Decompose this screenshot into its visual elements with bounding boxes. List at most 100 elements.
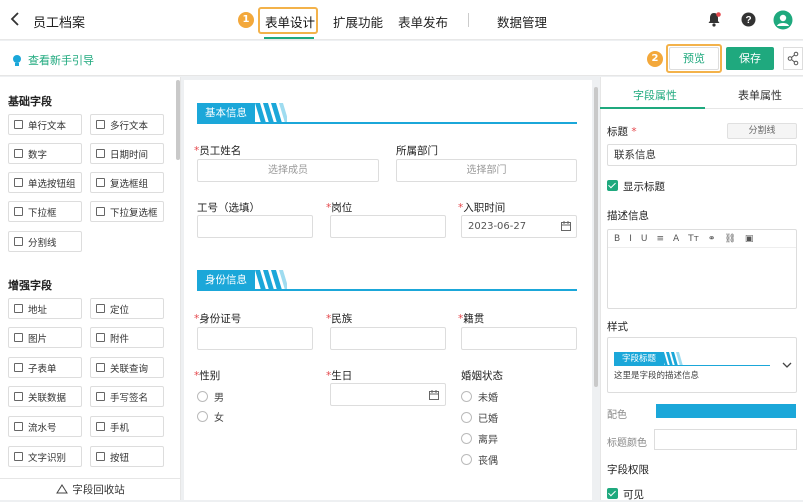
editor-tool-icon-7[interactable]: ⛓ xyxy=(724,234,735,244)
component-label: 子表单 xyxy=(28,363,57,375)
color-label: 配色 xyxy=(607,410,627,421)
section-basic-info[interactable]: 基本信息 xyxy=(197,103,577,125)
editor-tool-icon-3[interactable]: ≡ xyxy=(656,234,664,244)
component-basic-3[interactable]: 日期时间 xyxy=(90,143,164,164)
department-select[interactable]: 选择部门 xyxy=(396,159,577,182)
field-label-marital: 婚姻状态 xyxy=(461,370,503,382)
component-basic-7[interactable]: 下拉复选框 xyxy=(90,201,164,222)
visible-checkbox[interactable] xyxy=(607,488,618,499)
component-advanced-8[interactable]: 流水号 xyxy=(8,416,82,437)
section-identity-info[interactable]: 身份信息 xyxy=(197,270,577,292)
component-advanced-10[interactable]: 文字识别 xyxy=(8,446,82,467)
basic-fields-heading: 基础字段 xyxy=(8,95,52,108)
save-button[interactable]: 保存 xyxy=(726,47,774,70)
component-advanced-3[interactable]: 附件 xyxy=(90,327,164,348)
component-label: 分割线 xyxy=(28,237,57,249)
join-date-input[interactable]: 2023-06-27 xyxy=(461,215,577,238)
component-basic-2[interactable]: 数字 xyxy=(8,143,82,164)
guide-link[interactable]: 查看新手引导 xyxy=(12,52,94,68)
canvas-scrollbar[interactable] xyxy=(594,87,598,387)
radio-widowed[interactable]: 丧偶 xyxy=(461,452,498,467)
share-icon xyxy=(787,51,799,66)
section-rule xyxy=(197,289,577,291)
style-select[interactable]: 字段标题 这里是字段的描述信息 xyxy=(607,337,797,393)
tab-form-properties[interactable]: 表单属性 xyxy=(738,87,782,103)
component-basic-1[interactable]: 多行文本 xyxy=(90,114,164,135)
tab-data-management[interactable]: 数据管理 xyxy=(497,12,547,31)
component-advanced-9[interactable]: 手机 xyxy=(90,416,164,437)
field-label-post: *岗位 xyxy=(326,202,353,214)
member-select[interactable]: 选择成员 xyxy=(197,159,379,182)
editor-toolbar: B I U ≡ A Tт ⚭ ⛓ ▣ xyxy=(608,230,796,248)
field-label-native: *籍贯 xyxy=(458,313,485,325)
jobno-input[interactable] xyxy=(197,215,313,238)
field-recycle-bin[interactable]: 字段回收站 xyxy=(0,478,181,500)
share-button[interactable] xyxy=(783,47,803,70)
back-arrow-icon[interactable] xyxy=(10,12,20,26)
active-tab-underline xyxy=(264,37,314,39)
component-label: 复选框组 xyxy=(110,178,149,190)
tab-extensions[interactable]: 扩展功能 xyxy=(333,12,383,31)
component-label: 数字 xyxy=(28,149,48,161)
title-color-input[interactable] xyxy=(654,429,797,450)
component-basic-4[interactable]: 单选按钮组 xyxy=(8,172,82,193)
help-icon[interactable]: ? xyxy=(741,12,756,27)
component-advanced-6[interactable]: 关联数据 xyxy=(8,386,82,407)
field-type-icon xyxy=(96,392,105,401)
divider-type-button[interactable]: 分割线 xyxy=(727,123,797,139)
description-editor[interactable]: B I U ≡ A Tт ⚭ ⛓ ▣ xyxy=(607,229,797,309)
component-advanced-2[interactable]: 图片 xyxy=(8,327,82,348)
color-swatch[interactable] xyxy=(656,404,796,418)
field-label-dept: 所属部门 xyxy=(396,145,438,157)
component-advanced-5[interactable]: 关联查询 xyxy=(90,357,164,378)
field-label-nation: *民族 xyxy=(326,313,353,325)
title-color-label: 标题颜色 xyxy=(607,438,647,449)
component-advanced-7[interactable]: 手写签名 xyxy=(90,386,164,407)
tab-form-publish[interactable]: 表单发布 xyxy=(398,12,448,31)
editor-tool-icon-0[interactable]: B xyxy=(614,234,620,244)
nation-input[interactable] xyxy=(330,327,446,350)
left-scrollbar[interactable] xyxy=(176,80,180,160)
title-input[interactable]: 联系信息 xyxy=(607,144,797,166)
component-advanced-4[interactable]: 子表单 xyxy=(8,357,82,378)
native-place-input[interactable] xyxy=(461,327,577,350)
field-label-id: *身份证号 xyxy=(194,313,242,325)
editor-tool-icon-4[interactable]: A xyxy=(673,234,679,244)
component-basic-6[interactable]: 下拉框 xyxy=(8,201,82,222)
component-advanced-1[interactable]: 定位 xyxy=(90,298,164,319)
component-label: 单选按钮组 xyxy=(28,178,76,190)
tab-field-properties[interactable]: 字段属性 xyxy=(633,87,677,103)
editor-tool-icon-2[interactable]: U xyxy=(641,234,648,244)
component-basic-8[interactable]: 分割线 xyxy=(8,231,82,252)
notification-bell-icon[interactable] xyxy=(707,12,721,27)
preview-button[interactable]: 预览 xyxy=(669,47,719,70)
editor-tool-icon-1[interactable]: I xyxy=(629,234,632,244)
component-advanced-0[interactable]: 地址 xyxy=(8,298,82,319)
field-type-icon xyxy=(14,392,23,401)
radio-male[interactable]: 男 xyxy=(197,389,224,404)
tab-divider xyxy=(468,13,469,27)
editor-tool-icon-5[interactable]: Tт xyxy=(688,234,699,244)
radio-unmarried[interactable]: 未婚 xyxy=(461,389,498,404)
id-number-input[interactable] xyxy=(197,327,313,350)
stripe-decoration xyxy=(255,270,287,290)
tab-form-design[interactable]: 表单设计 xyxy=(265,12,315,31)
radio-divorced[interactable]: 离异 xyxy=(461,431,498,446)
avatar[interactable] xyxy=(773,10,793,30)
component-label: 关联数据 xyxy=(28,392,67,404)
step-badge-1: 1 xyxy=(238,12,254,28)
field-label-birth: *生日 xyxy=(326,370,353,382)
radio-female[interactable]: 女 xyxy=(197,409,224,424)
field-type-icon xyxy=(14,333,23,342)
editor-tool-icon-6[interactable]: ⚭ xyxy=(708,234,716,244)
field-type-icon xyxy=(96,363,105,372)
component-basic-5[interactable]: 复选框组 xyxy=(90,172,164,193)
component-label: 单行文本 xyxy=(28,120,67,132)
component-basic-0[interactable]: 单行文本 xyxy=(8,114,82,135)
post-input[interactable] xyxy=(330,215,446,238)
radio-married[interactable]: 已婚 xyxy=(461,410,498,425)
component-advanced-11[interactable]: 按钮 xyxy=(90,446,164,467)
editor-tool-icon-8[interactable]: ▣ xyxy=(745,234,754,244)
show-title-checkbox[interactable] xyxy=(607,180,618,191)
description-label: 描述信息 xyxy=(607,210,649,222)
